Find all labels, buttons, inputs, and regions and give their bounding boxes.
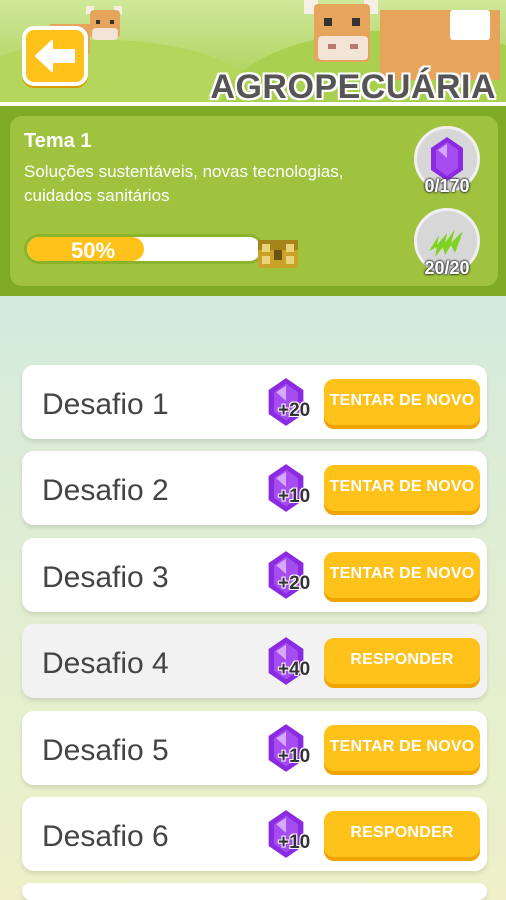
progress-label: 50% — [71, 238, 116, 263]
challenge-name: Desafio 2 — [42, 474, 169, 507]
challenge-card[interactable] — [22, 883, 487, 900]
challenge-card[interactable]: Desafio 4 +40 RESPONDER — [22, 624, 487, 698]
theme-progress-bar: 50% — [24, 234, 264, 264]
retry-button[interactable]: TENTAR DE NOVO — [324, 379, 480, 425]
challenge-points: +10 — [278, 746, 311, 767]
challenge-points: +10 — [278, 832, 311, 853]
challenge-points: +40 — [278, 659, 311, 680]
challenge-points: +10 — [278, 486, 311, 507]
energy-counter: 20/20 — [410, 208, 484, 279]
challenge-card[interactable]: Desafio 1 +20 TENTAR DE NOVO — [22, 365, 487, 439]
challenge-points: +20 — [278, 400, 311, 421]
theme-panel: Tema 1 Soluções sustentáveis, novas tecn… — [10, 116, 498, 286]
theme-description: Soluções sustentáveis, novas tecnologias… — [24, 162, 344, 205]
challenge-card[interactable]: Desafio 2 +10 TENTAR DE NOVO — [22, 451, 487, 525]
challenge-name: Desafio 3 — [42, 561, 169, 594]
treasure-chest-icon — [258, 240, 298, 268]
answer-button[interactable]: RESPONDER — [324, 811, 480, 857]
arrow-left-icon — [35, 40, 75, 72]
lightning-icon — [429, 229, 463, 257]
energy-value: 20/20 — [424, 258, 470, 278]
challenge-card[interactable]: Desafio 5 +10 TENTAR DE NOVO — [22, 711, 487, 785]
retry-button[interactable]: TENTAR DE NOVO — [324, 552, 480, 598]
theme-section: Tema 1 Soluções sustentáveis, novas tecn… — [0, 106, 506, 296]
theme-title: Tema 1 — [24, 130, 92, 152]
page-title: AGROPECUÁRIA — [210, 68, 496, 106]
back-button[interactable] — [22, 26, 88, 86]
challenge-card[interactable]: Desafio 3 +20 TENTAR DE NOVO — [22, 538, 487, 612]
challenge-name: Desafio 1 — [42, 388, 169, 421]
answer-button[interactable]: RESPONDER — [324, 638, 480, 684]
challenge-card[interactable]: Desafio 6 +10 RESPONDER — [22, 797, 487, 871]
challenge-points: +20 — [278, 573, 311, 594]
gems-counter: 0/170 — [410, 126, 484, 197]
header: AGROPECUÁRIA — [0, 0, 506, 106]
challenge-name: Desafio 5 — [42, 734, 169, 767]
retry-button[interactable]: TENTAR DE NOVO — [324, 725, 480, 771]
gems-value: 0/170 — [424, 176, 470, 196]
retry-button[interactable]: TENTAR DE NOVO — [324, 465, 480, 511]
challenge-name: Desafio 6 — [42, 820, 169, 853]
challenge-name: Desafio 4 — [42, 647, 169, 680]
